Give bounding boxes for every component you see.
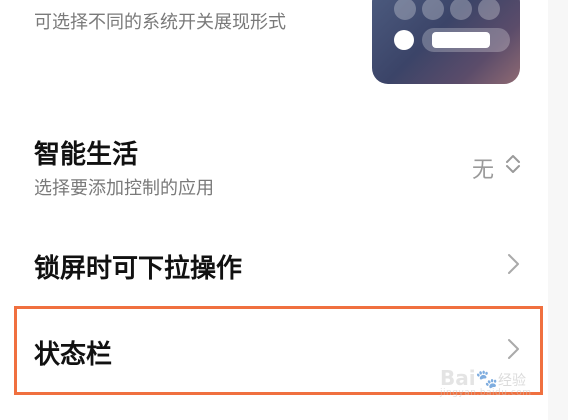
smart-life-title: 智能生活: [34, 140, 139, 170]
switch-style-subtitle: 可选择不同的系统开关展现形式: [34, 12, 286, 33]
chevron-right-icon: [500, 251, 526, 277]
watermark-big: Bai: [440, 366, 476, 390]
scrollbar-track[interactable]: [548, 0, 568, 420]
paw-icon: 🐾: [475, 369, 499, 390]
preview-dot: [394, 0, 416, 20]
preview-dot: [450, 0, 472, 20]
smart-life-subtitle: 选择要添加控制的应用: [34, 178, 214, 199]
watermark-mid: 经验: [498, 373, 527, 389]
baidu-watermark: Bai🐾经验 jingyan.baidu.com: [440, 366, 532, 398]
lockscreen-pulldown-title: 锁屏时可下拉操作: [34, 254, 243, 284]
preview-bar-fill: [432, 32, 490, 48]
settings-page: 可选择不同的系统开关展现形式 智能生活 选择要添加控制的应用 无 锁屏时可下拉操…: [0, 0, 568, 420]
preview-circle: [394, 30, 414, 50]
preview-dot: [478, 0, 500, 20]
preview-dot: [422, 0, 444, 20]
smart-life-value: 无: [472, 158, 495, 183]
watermark-url: jingyan.baidu.com: [440, 388, 532, 398]
chevron-updown-icon: [500, 151, 526, 177]
switch-style-preview[interactable]: [372, 0, 520, 84]
